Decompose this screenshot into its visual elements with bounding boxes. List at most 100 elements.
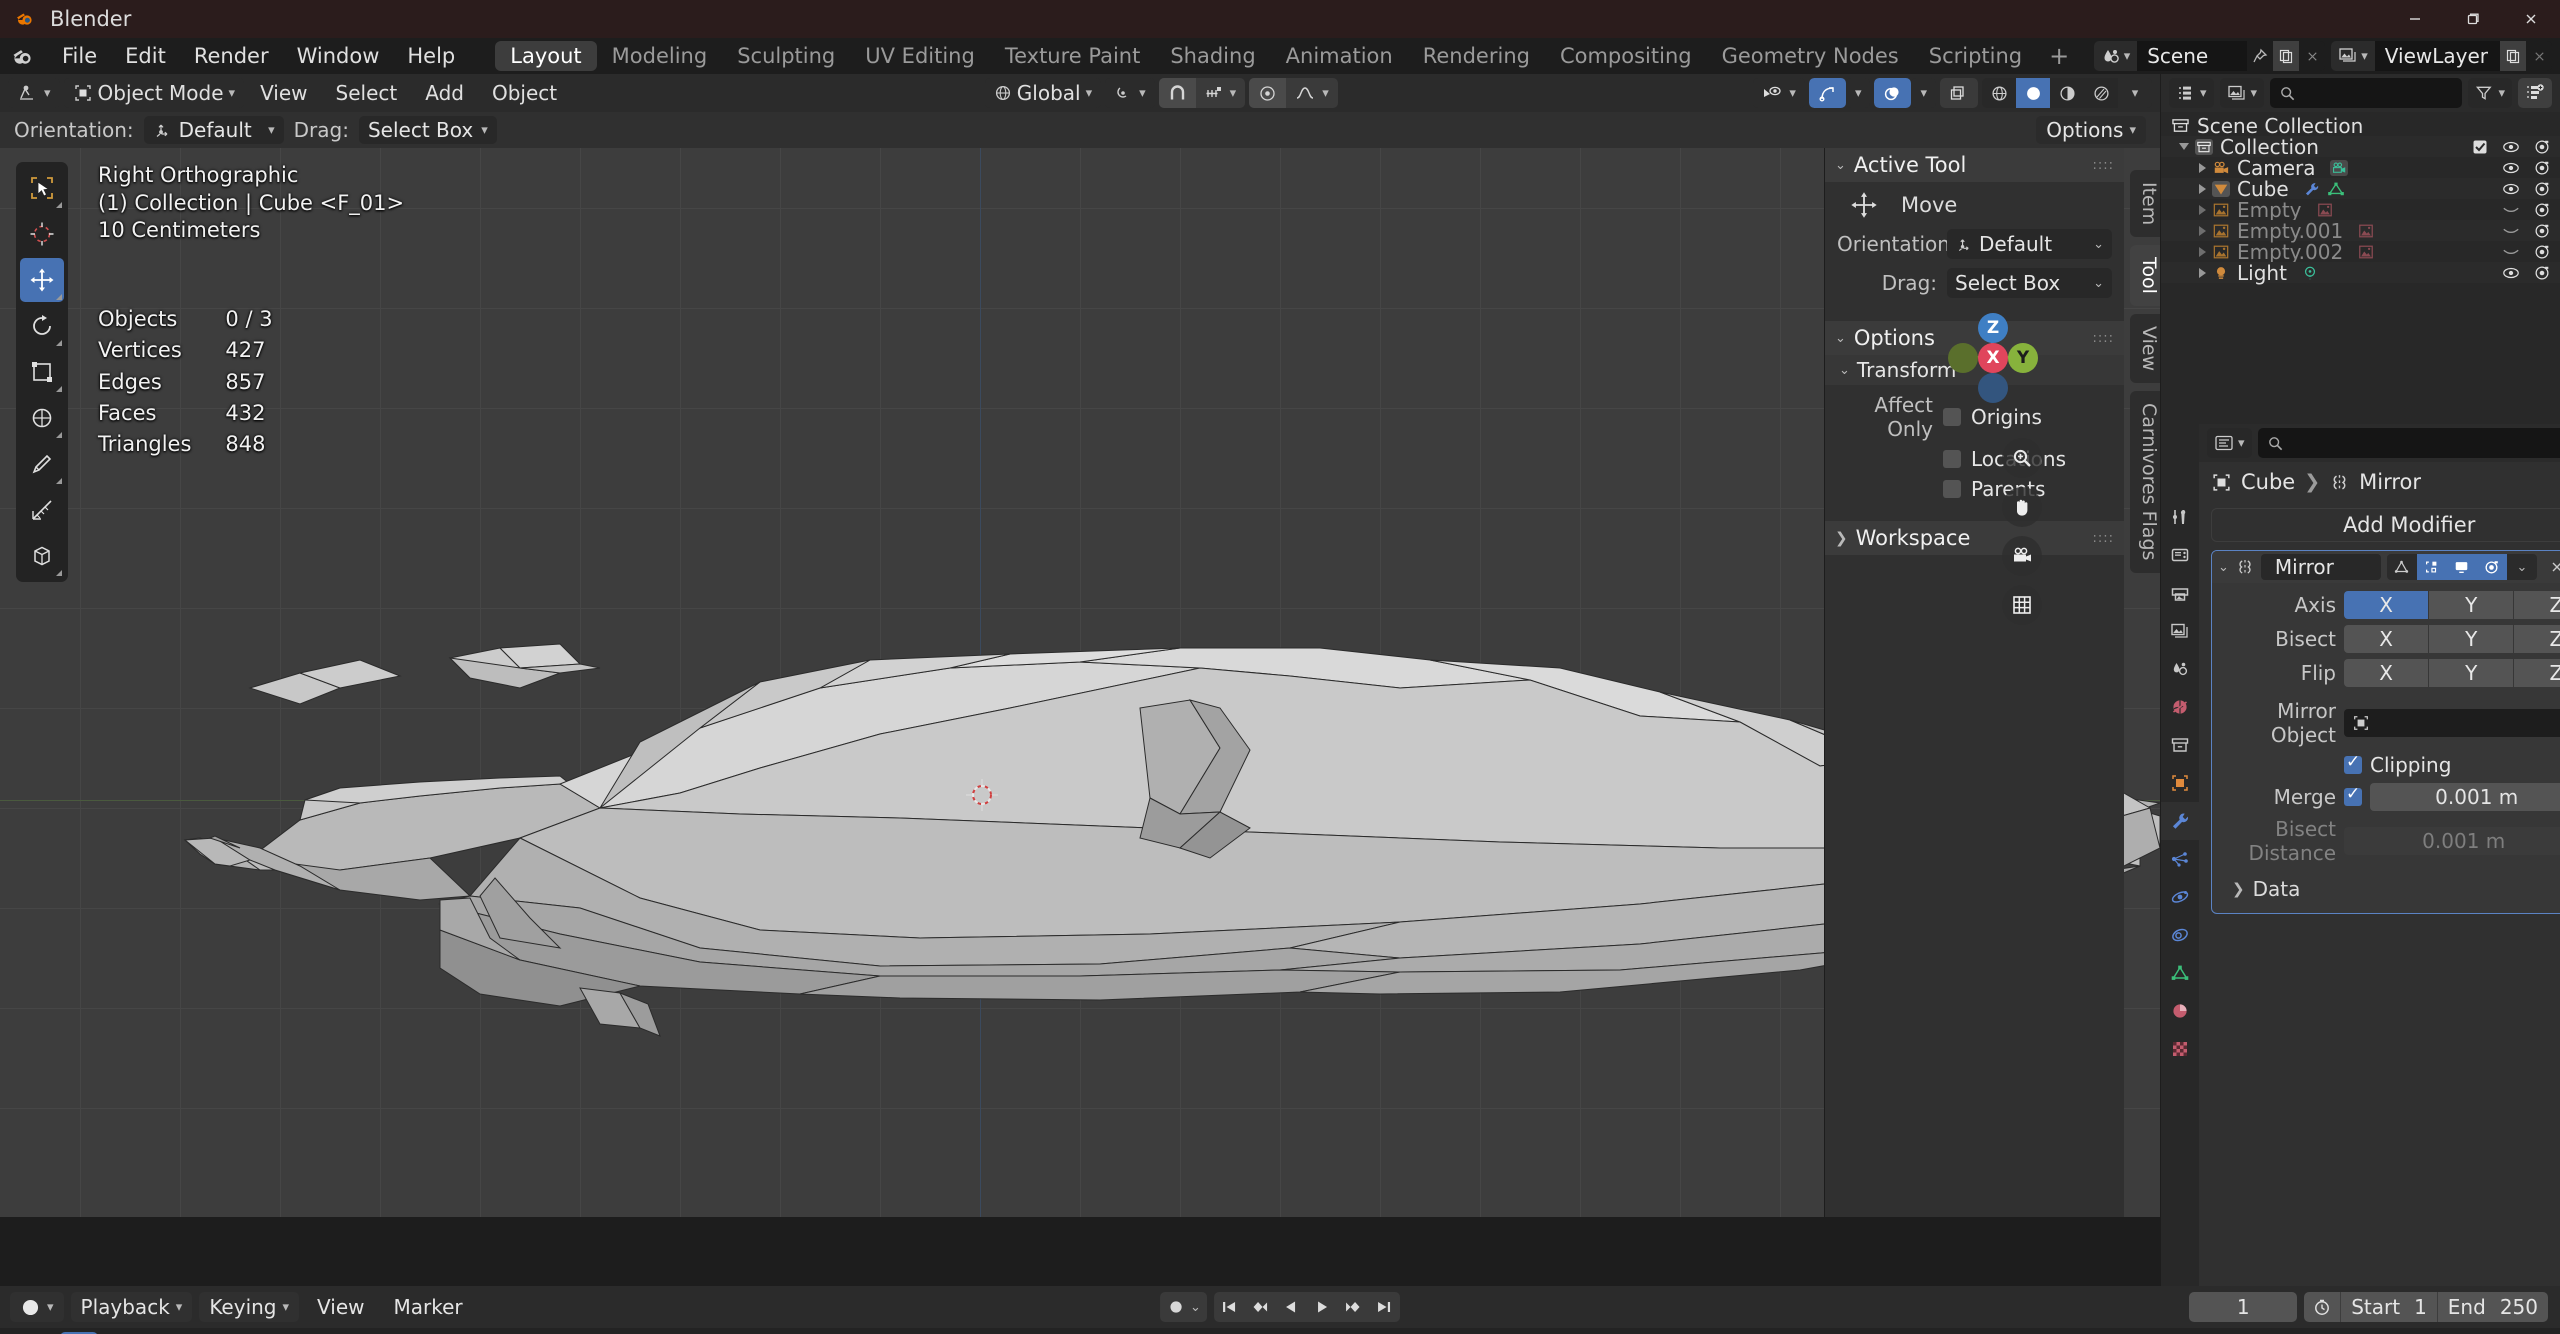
snap-target-selector[interactable]: ▾ xyxy=(1105,78,1155,108)
visibility-selector[interactable]: ▾ xyxy=(1753,78,1805,108)
camera-render-icon[interactable] xyxy=(2534,265,2550,281)
solid-shading-button[interactable] xyxy=(2016,78,2051,108)
render-display-toggle[interactable] xyxy=(2476,554,2507,580)
close-button[interactable] xyxy=(2502,0,2560,38)
workspace-tab-shading[interactable]: Shading xyxy=(1155,41,1270,71)
axis-z-toggle[interactable]: Z xyxy=(2514,591,2560,619)
jump-start-button[interactable] xyxy=(1214,1292,1245,1322)
tool-rotate[interactable] xyxy=(20,304,64,348)
properties-tab-object[interactable] xyxy=(2161,764,2199,802)
snap-toggle-button[interactable] xyxy=(1158,78,1196,108)
checkbox-locations[interactable] xyxy=(1943,450,1961,468)
new-collection-button[interactable] xyxy=(2518,78,2552,108)
properties-tab-physics[interactable] xyxy=(2161,878,2199,916)
axis-y-toggle[interactable]: Y xyxy=(2429,591,2514,619)
image-data-icon[interactable] xyxy=(2357,244,2375,260)
merge-value-field[interactable]: 0.001 m xyxy=(2370,783,2560,811)
delete-viewlayer-icon[interactable] xyxy=(2526,41,2552,71)
material-preview-button[interactable] xyxy=(2050,78,2084,108)
properties-tab-particles[interactable] xyxy=(2161,840,2199,878)
camera-data-icon[interactable] xyxy=(2329,159,2348,176)
modifier-extras-menu[interactable]: ⌄ xyxy=(2507,554,2537,580)
properties-tab-texture[interactable] xyxy=(2161,1030,2199,1068)
tool-tweak-select-box[interactable] xyxy=(20,166,64,210)
snap-settings-button[interactable]: ▾ xyxy=(1196,78,1246,108)
pin-scene-icon[interactable] xyxy=(2247,41,2273,71)
outliner-row-empty-001[interactable]: Empty.001 xyxy=(2161,219,2560,243)
properties-tab-tool[interactable] xyxy=(2161,498,2199,536)
workspace-tab-layout[interactable]: Layout xyxy=(495,41,597,71)
grid-icon[interactable] xyxy=(2002,585,2042,625)
outliner-row-light[interactable]: Light xyxy=(2161,261,2560,285)
outliner-row-scene-collection[interactable]: Scene Collection xyxy=(2161,114,2560,138)
eye-open-icon[interactable] xyxy=(2502,140,2520,154)
workspace-tab-animation[interactable]: Animation xyxy=(1271,41,1408,71)
merge-checkbox[interactable] xyxy=(2344,784,2362,806)
modifier-wrench-icon[interactable] xyxy=(2303,181,2321,197)
viewport-menu-view[interactable]: View xyxy=(248,78,319,108)
properties-tab-modifier[interactable] xyxy=(2161,802,2199,840)
sidebar-tab-view[interactable]: View xyxy=(2130,314,2160,384)
tool-annotate[interactable] xyxy=(20,442,64,486)
axis-x-toggle[interactable]: X xyxy=(2344,591,2429,619)
maximize-button[interactable] xyxy=(2444,0,2502,38)
properties-tab-constraints[interactable] xyxy=(2161,916,2199,954)
current-frame-field[interactable]: 1 xyxy=(2189,1292,2298,1322)
gizmo-axis-y[interactable]: Y xyxy=(2008,343,2038,373)
collapse-chevron-icon[interactable]: ⌄ xyxy=(2218,560,2229,575)
eye-open-icon[interactable] xyxy=(2502,266,2520,280)
new-viewlayer-icon[interactable] xyxy=(2500,41,2526,71)
rendered-shading-button[interactable] xyxy=(2084,78,2118,108)
outliner-display-mode-selector[interactable]: ▾ xyxy=(2219,78,2265,108)
menu-edit[interactable]: Edit xyxy=(111,38,180,74)
auto-keying-toggle[interactable]: ⌄ xyxy=(1160,1292,1207,1322)
outliner-row-empty[interactable]: Empty xyxy=(2161,198,2560,222)
menu-render[interactable]: Render xyxy=(180,38,283,74)
camera-render-icon[interactable] xyxy=(2534,202,2550,218)
exclude-checkbox[interactable] xyxy=(2472,139,2488,155)
viewlayer-selector[interactable]: ▾ ViewLayer xyxy=(2331,41,2552,71)
outliner-search-input[interactable] xyxy=(2270,78,2463,108)
viewlayer-browse-icon[interactable]: ▾ xyxy=(2331,41,2375,71)
workspace-tab-geometry-nodes[interactable]: Geometry Nodes xyxy=(1707,41,1914,71)
gizmo-axis-x[interactable]: X xyxy=(1978,343,2008,373)
clipping-checkbox[interactable] xyxy=(2344,752,2362,774)
outliner-filter-button[interactable]: ▾ xyxy=(2468,78,2512,108)
expand-triangle-icon[interactable] xyxy=(2199,204,2206,215)
light-data-icon[interactable] xyxy=(2301,265,2319,281)
image-data-icon[interactable] xyxy=(2316,202,2334,218)
flip-y-toggle[interactable]: Y xyxy=(2429,659,2514,687)
properties-tab-scene[interactable] xyxy=(2161,650,2199,688)
use-preview-range-icon[interactable] xyxy=(2304,1292,2340,1322)
timeline-ruler[interactable]: 1 10 20 30 40 50 60 70 80 90 100 110 120… xyxy=(0,1328,2560,1334)
tool-transform[interactable] xyxy=(20,396,64,440)
outliner-editor-type-selector[interactable]: ▾ xyxy=(2169,78,2214,108)
outliner-row-camera[interactable]: Camera xyxy=(2161,156,2560,180)
expand-triangle-icon[interactable] xyxy=(2199,225,2206,236)
properties-tab-render[interactable] xyxy=(2161,536,2199,574)
bisect-x-toggle[interactable]: X xyxy=(2344,625,2429,653)
timeline-editor-type-selector[interactable]: ▾ xyxy=(10,1292,64,1322)
properties-tab-world[interactable] xyxy=(2161,688,2199,726)
add-modifier-button[interactable]: Add Modifier ⌄ xyxy=(2211,508,2560,542)
sidebar-tab-tool[interactable]: Tool xyxy=(2130,245,2160,307)
outliner-row-cube[interactable]: Cube xyxy=(2161,177,2560,201)
new-scene-icon[interactable] xyxy=(2273,41,2300,71)
navigation-gizmo[interactable]: Z X Y xyxy=(1938,303,2048,413)
expand-triangle-icon[interactable] xyxy=(2199,183,2206,194)
on-cage-toggle[interactable] xyxy=(2387,554,2417,580)
tool-cursor[interactable] xyxy=(20,212,64,256)
camera-render-icon[interactable] xyxy=(2534,160,2550,176)
expand-triangle-icon[interactable] xyxy=(2199,162,2206,173)
expand-triangle-icon[interactable] xyxy=(2199,267,2206,278)
properties-tab-view-layer[interactable] xyxy=(2161,612,2199,650)
expand-triangle-icon[interactable] xyxy=(2179,143,2189,150)
active-tool-panel-header[interactable]: ⌄ Active Tool :::: xyxy=(1825,148,2124,182)
viewport-menu-select[interactable]: Select xyxy=(324,78,410,108)
workspace-tab-rendering[interactable]: Rendering xyxy=(1408,41,1545,71)
viewlayer-name[interactable]: ViewLayer xyxy=(2374,41,2500,71)
menu-help[interactable]: Help xyxy=(393,38,469,74)
workspace-tab-uv-editing[interactable]: UV Editing xyxy=(850,41,990,71)
play-reverse-button[interactable] xyxy=(1276,1292,1307,1322)
workspace-tab-sculpting[interactable]: Sculpting xyxy=(722,41,850,71)
